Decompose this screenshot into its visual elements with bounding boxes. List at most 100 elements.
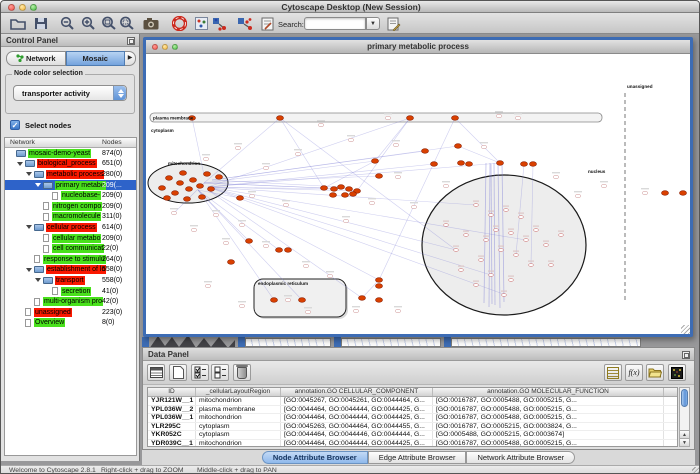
network-node[interactable]	[330, 193, 337, 198]
tab-overflow-arrow-icon[interactable]: ▶	[125, 51, 136, 66]
network-node-small[interactable]	[489, 274, 494, 277]
attribute-table-icon[interactable]	[147, 364, 165, 381]
node-color-select[interactable]: transporter activity	[13, 85, 127, 101]
network-node[interactable]	[331, 187, 338, 192]
network-node-small[interactable]	[484, 239, 489, 242]
network-node-small[interactable]	[305, 310, 311, 313]
network-node-small[interactable]	[411, 205, 417, 208]
delete-attribute-icon[interactable]	[233, 364, 251, 381]
snapshot-icon[interactable]	[142, 15, 160, 32]
background-window[interactable]	[341, 338, 441, 347]
attribute-batch-icon[interactable]	[604, 364, 622, 381]
annotation-icon[interactable]	[385, 15, 403, 32]
network-node-small[interactable]	[443, 184, 449, 187]
table-cell[interactable]: [GO:0016787, GO:0005488, GO:0005215, G..…	[433, 414, 664, 422]
network-node-small[interactable]	[459, 269, 464, 272]
tree-row[interactable]: establishment of lo558(0)	[5, 265, 136, 276]
tree-expander-icon[interactable]	[26, 172, 32, 176]
float-panel-icon[interactable]	[127, 37, 135, 45]
table-cell[interactable]: [GO:0044464, GO:0044444, GO:0044425, G..…	[281, 406, 433, 414]
tree-row[interactable]: cellular metabo209(0)	[5, 233, 136, 244]
network-node-small[interactable]	[464, 234, 469, 237]
network-node[interactable]	[237, 196, 244, 201]
network-node-small[interactable]	[481, 145, 487, 148]
network-node[interactable]	[197, 184, 204, 189]
network-node[interactable]	[164, 196, 171, 201]
tree-expander-icon[interactable]	[35, 183, 41, 187]
network-node[interactable]	[466, 162, 473, 167]
tree-row[interactable]: multi-organism pro42(0)	[5, 296, 136, 307]
network-node-small[interactable]	[479, 259, 484, 262]
table-row[interactable]: YPL036W__1mitochondrion[GO:0044464, GO:0…	[148, 414, 677, 423]
network-node-small[interactable]	[385, 116, 391, 119]
open-icon[interactable]	[9, 15, 27, 32]
select-stepper-icon[interactable]	[113, 86, 126, 100]
create-attribute-icon[interactable]	[169, 364, 187, 381]
tree-row[interactable]: biological_process651(0)	[5, 159, 136, 170]
table-cell[interactable]: mitochondrion	[196, 397, 281, 405]
tree-row[interactable]: response to stimulu264(0)	[5, 254, 136, 265]
network-node[interactable]	[422, 149, 429, 154]
network-node-small[interactable]	[509, 232, 514, 235]
network-node[interactable]	[216, 175, 223, 180]
table-cell[interactable]: mitochondrion	[196, 414, 281, 422]
network-node[interactable]	[376, 174, 383, 179]
scroll-down-icon[interactable]: ▼	[680, 438, 689, 446]
network-node-small[interactable]	[205, 284, 211, 287]
table-cell[interactable]: [GO:0044464, GO:0044446, GO:0044444, G..…	[281, 431, 433, 439]
network-node-small[interactable]	[283, 203, 289, 206]
network-node[interactable]	[228, 260, 235, 265]
network-node-small[interactable]	[285, 298, 291, 301]
network-node-small[interactable]	[529, 264, 534, 267]
select-nodes-checkbox[interactable]: ✓	[10, 120, 20, 130]
table-cell[interactable]: [GO:0016787, GO:0005488, GO:0005215, G..…	[433, 406, 664, 414]
network-node[interactable]	[199, 195, 206, 200]
table-cell[interactable]: [GO:0016787, GO:0005215, GO:0003824, G..…	[433, 423, 664, 431]
network-node[interactable]	[376, 298, 383, 303]
network-node-small[interactable]	[239, 304, 245, 307]
network-node[interactable]	[177, 181, 184, 186]
table-row[interactable]: YLR295Ccytoplasm[GO:0045263, GO:0044464,…	[148, 423, 677, 432]
network-node[interactable]	[166, 176, 173, 181]
network-node[interactable]	[497, 161, 504, 166]
network-node-small[interactable]	[499, 249, 504, 252]
network-node[interactable]	[246, 239, 253, 244]
network-node[interactable]	[372, 159, 379, 164]
network-node-small[interactable]	[239, 223, 245, 226]
network-node-small[interactable]	[263, 166, 269, 169]
network-node-small[interactable]	[223, 241, 229, 244]
birdseye-icon[interactable]	[194, 15, 208, 32]
select-attributes-icon[interactable]	[191, 364, 209, 381]
tree-row[interactable]: mosaic-demo-yeast874(0)	[5, 148, 136, 159]
network-node[interactable]	[180, 171, 187, 176]
table-cell[interactable]: [GO:0016787, GO:0005488, GO:0005215, G..…	[433, 440, 664, 448]
network-node[interactable]	[190, 178, 197, 183]
table-cell[interactable]: [GO:0044464, GO:0044444, GO:0044425, G..…	[281, 414, 433, 422]
table-cell[interactable]: mitochondrion	[196, 440, 281, 448]
tree-row[interactable]: unassigned223(0)	[5, 307, 136, 318]
network-node[interactable]	[159, 186, 166, 191]
vizmapper-icon[interactable]	[259, 15, 277, 32]
network-node[interactable]	[276, 248, 283, 253]
tree-expander-icon[interactable]	[17, 162, 23, 166]
layout-undo-icon[interactable]	[211, 15, 229, 32]
network-node[interactable]	[271, 298, 278, 303]
network-node-small[interactable]	[489, 214, 494, 217]
network-node-small[interactable]	[263, 244, 269, 247]
unselect-attributes-icon[interactable]	[211, 364, 229, 381]
tree-row[interactable]: secretion41(0)	[5, 286, 136, 297]
network-node[interactable]	[277, 116, 284, 121]
network-view-window[interactable]: primary metabolic process plasma membran…	[143, 37, 693, 337]
table-cell[interactable]: cytoplasm	[196, 423, 281, 431]
table-cell[interactable]: YDR039C__1	[148, 440, 196, 448]
network-node-small[interactable]	[454, 249, 459, 252]
network-node-small[interactable]	[509, 279, 514, 282]
network-node-small[interactable]	[348, 138, 354, 141]
network-window-titlebar[interactable]: primary metabolic process	[146, 40, 690, 54]
network-node-small[interactable]	[191, 228, 197, 231]
network-node[interactable]	[342, 193, 349, 198]
table-cell[interactable]: [GO:0005488, GO:0005215, GO:0003674]	[433, 431, 664, 439]
scroll-up-icon[interactable]: ▲	[680, 430, 689, 438]
background-window[interactable]	[451, 338, 641, 347]
formula-icon[interactable]: f(x)	[625, 364, 643, 381]
